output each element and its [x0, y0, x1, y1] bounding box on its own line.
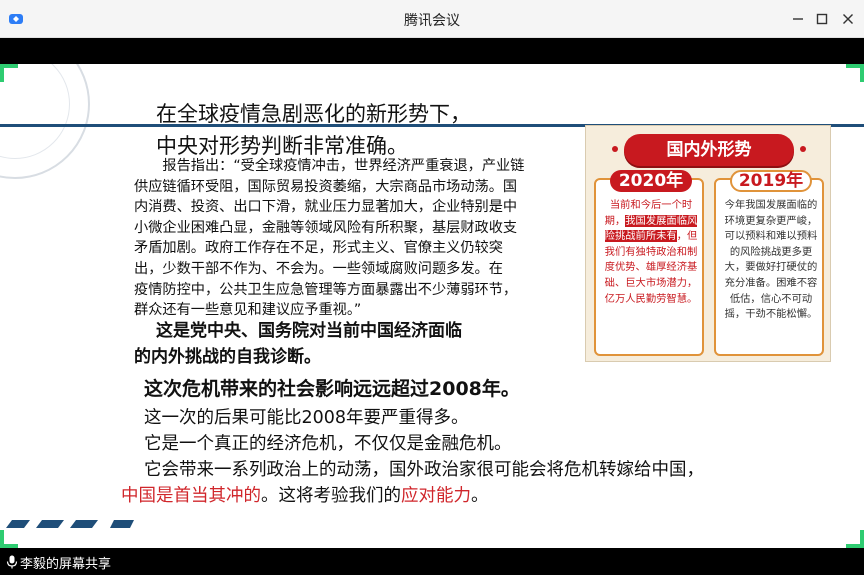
crisis-heading: 这次危机带来的社会影响远远超过2008年。 [144, 378, 520, 400]
slide-heading-line1: 在全球疫情急剧恶化的新形势下， [156, 102, 471, 126]
minimize-button[interactable] [786, 7, 810, 31]
diagnosis-line2: 的内外挑战的自我诊断。 [134, 347, 321, 367]
shared-screen-slide: 在全球疫情急剧恶化的新形势下， 中央对形势判断非常准确。 报告指出：“受全球疫情… [0, 64, 864, 548]
window-title: 腾讯会议 [404, 13, 460, 29]
share-frame-corner-tl [0, 64, 18, 82]
year-2020-label: 2020年 [610, 170, 692, 192]
emphasis-red-2: 应对能力 [401, 486, 471, 506]
window-titlebar: 腾讯会议 [0, 0, 864, 38]
report-quote: 报告指出：“受全球疫情冲击，世界经济严重衰退，产业链 供应链循环受阻，国际贸易投… [134, 156, 586, 321]
emphasis-red-1: 中国是首当其冲的 [121, 486, 261, 506]
share-status-bar: 李毅的屏幕共享 [0, 548, 864, 575]
body-line4-mid: 。这将考验我们的 [261, 486, 401, 506]
body-line4: 中国是首当其冲的。这将考验我们的应对能力。 [121, 482, 489, 507]
body-line1: 这一次的后果可能比2008年要严重得多。 [144, 408, 469, 428]
report-line: 报告指出：“受全球疫情冲击，世界经济严重衰退，产业链 [134, 158, 525, 174]
close-button[interactable] [836, 7, 860, 31]
report-line: 内消费、投资、出口下滑，就业压力显著加大，企业特别是中 [134, 199, 518, 216]
diagnosis-line1: 这是党中央、国务院对当前中国经济面临 [156, 321, 462, 341]
maximize-button[interactable] [810, 7, 834, 31]
report-line: 出，少数干部不作为、不会为。一些领域腐败问题多发。在 [134, 260, 503, 277]
year-2019-card: 2019年 今年我国发展面临的环境更复杂更严峻，可以预料和难以预料的风险挑战更多… [714, 170, 824, 356]
top-black-strip [0, 38, 864, 64]
body-line2: 它是一个真正的经济危机，不仅仅是金融危机。 [144, 434, 512, 454]
report-line: 小微企业困难凸显，金融等领域风险有所积聚，基层财政收支 [134, 219, 518, 236]
share-frame-corner-tr [846, 64, 864, 82]
situation-infographic: 国内外形势 2020年 当前和今后一个时期，我国发展面临风险挑战前所未有，但我们… [585, 125, 831, 362]
share-frame-corner-bl [0, 530, 18, 548]
minimize-icon [793, 18, 803, 20]
decorative-dot [800, 146, 806, 152]
report-line: 疫情防控中，公共卫生应急管理等方面暴露出不少薄弱环节， [134, 281, 518, 298]
screen-share-label: 李毅的屏幕共享 [20, 557, 112, 572]
infographic-banner: 国内外形势 [624, 134, 794, 166]
year-2019-text: 今年我国发展面临的环境更复杂更严峻，可以预料和难以预料的风险挑战更多更大，要做好… [724, 199, 818, 321]
decorative-dot [612, 146, 618, 152]
body-line3: 它会带来一系列政治上的动荡，国外政治家很可能会将危机转嫁给中国， [144, 460, 704, 480]
year-2019-label: 2019年 [730, 170, 812, 192]
year-2020-card: 2020年 当前和今后一个时期，我国发展面临风险挑战前所未有，但我们有独特政治和… [594, 170, 704, 356]
body-line4-end: 。 [471, 486, 489, 506]
year-2020-text: 当前和今后一个时期，我国发展面临风险挑战前所未有，但我们有独特政治和制度优势、雄… [602, 198, 700, 307]
share-frame-corner-br [846, 530, 864, 548]
report-line: 供应链循环受阻，国际贸易投资萎缩，大宗商品市场动荡。国 [134, 178, 518, 195]
microphone-icon [6, 555, 18, 569]
maximize-icon [816, 13, 828, 25]
close-icon [843, 14, 853, 24]
report-line: 矛盾加剧。政府工作存在不足，形式主义、官僚主义仍较突 [134, 240, 503, 257]
slide-bottom-decoration [6, 520, 134, 528]
